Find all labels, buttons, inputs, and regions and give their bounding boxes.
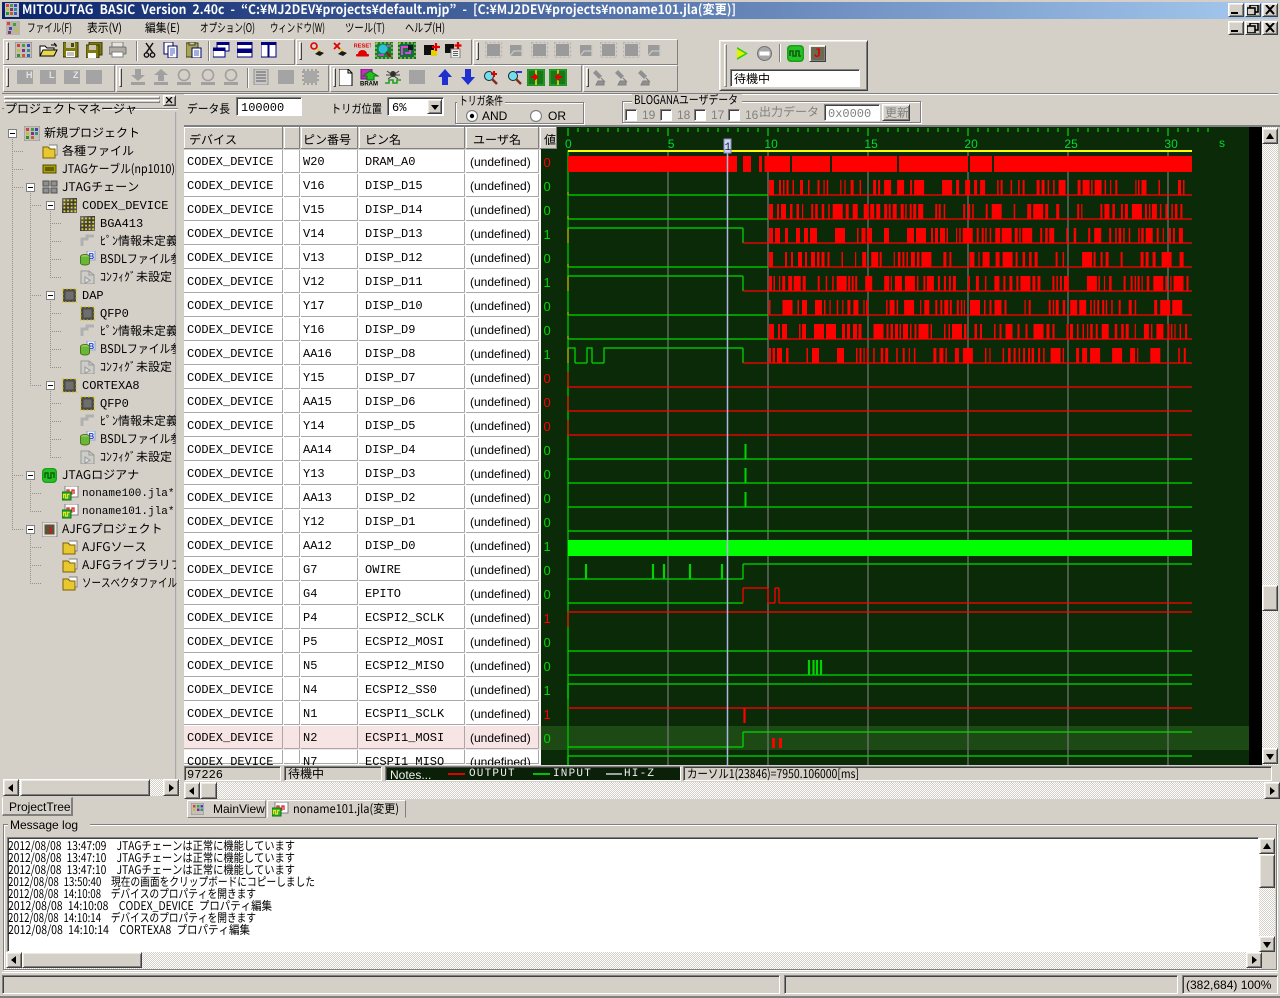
svg-text:1: 1 <box>544 347 551 362</box>
svg-text:0: 0 <box>544 563 551 578</box>
svg-text:0: 0 <box>544 419 551 434</box>
svg-text:0: 0 <box>544 587 551 602</box>
svg-text:RESET: RESET <box>354 44 371 50</box>
svg-text:1: 1 <box>544 227 551 242</box>
svg-text:0: 0 <box>544 635 551 650</box>
svg-text:0: 0 <box>544 251 551 266</box>
svg-text:1: 1 <box>544 611 551 626</box>
svg-text:20: 20 <box>964 137 978 151</box>
svg-text:s: s <box>1219 136 1225 150</box>
svg-text:1: 1 <box>544 683 551 698</box>
svg-text:0: 0 <box>544 467 551 482</box>
svg-text:0: 0 <box>565 137 572 151</box>
svg-text:1: 1 <box>725 142 732 154</box>
svg-text:0: 0 <box>544 203 551 218</box>
svg-text:0: 0 <box>544 299 551 314</box>
svg-text:0: 0 <box>544 155 551 170</box>
svg-text:1: 1 <box>544 539 551 554</box>
svg-text:0: 0 <box>544 179 551 194</box>
svg-text:0: 0 <box>544 371 551 386</box>
svg-text:1: 1 <box>544 707 551 722</box>
svg-text:0: 0 <box>544 491 551 506</box>
svg-text:0: 0 <box>544 395 551 410</box>
svg-text:30: 30 <box>1164 137 1178 151</box>
svg-text:1: 1 <box>544 275 551 290</box>
svg-text:J: J <box>47 525 53 537</box>
svg-text:5: 5 <box>668 137 675 151</box>
svg-text:0: 0 <box>544 323 551 338</box>
svg-text:0: 0 <box>544 731 551 746</box>
svg-text:10: 10 <box>764 137 778 151</box>
svg-text:15: 15 <box>864 137 878 151</box>
svg-text:0: 0 <box>544 515 551 530</box>
svg-text:0: 0 <box>544 443 551 458</box>
svg-text:0: 0 <box>544 659 551 674</box>
svg-text:25: 25 <box>1064 137 1078 151</box>
svg-text:BRAM: BRAM <box>360 82 378 87</box>
